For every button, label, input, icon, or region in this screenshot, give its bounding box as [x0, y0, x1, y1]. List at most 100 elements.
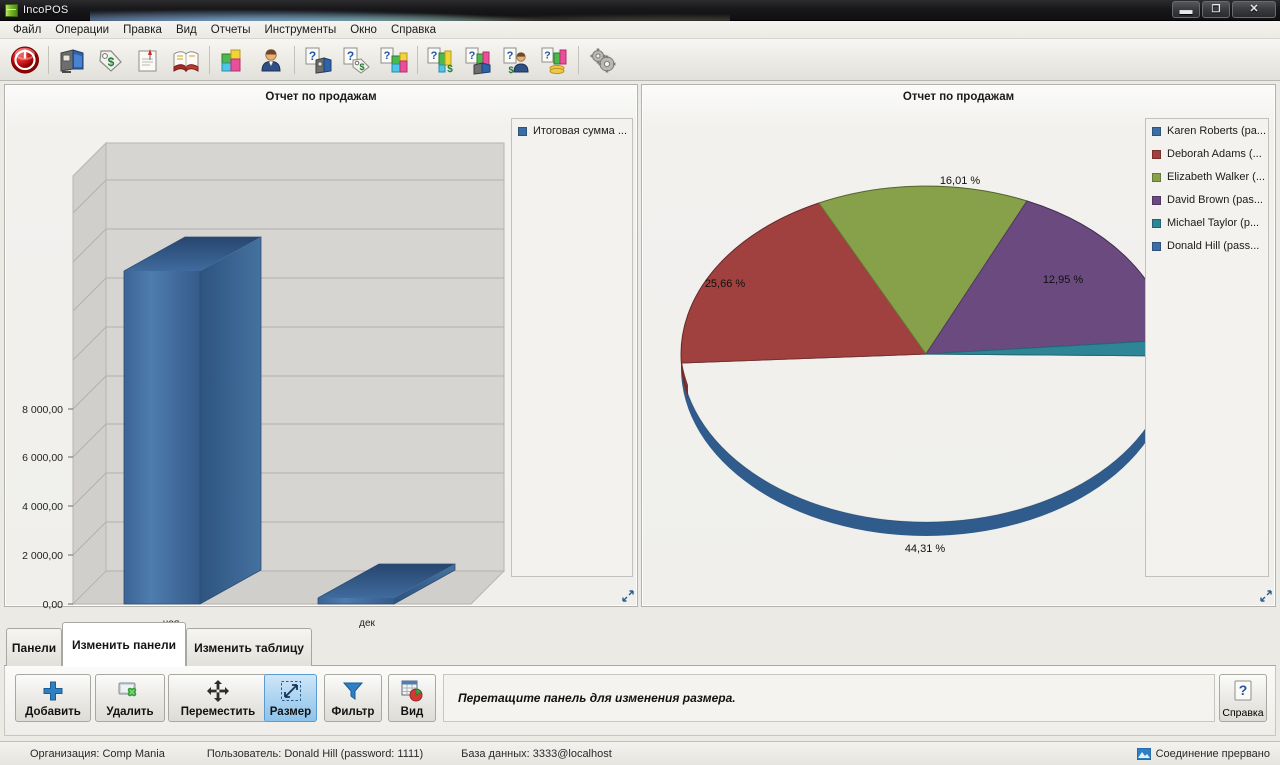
toolbar-settings-button[interactable] [583, 42, 621, 78]
tab-edit-table[interactable]: Изменить таблицу [186, 628, 312, 666]
resize-icon [280, 675, 302, 706]
menu-item-reports[interactable]: Отчеты [204, 23, 258, 37]
move-icon [207, 675, 229, 706]
status-user: Пользователь: Donald Hill (password: 111… [207, 748, 423, 760]
resize-arrows-icon [1260, 590, 1272, 602]
menu-item-tools[interactable]: Инструменты [258, 23, 344, 37]
menu-item-window[interactable]: Окно [343, 23, 384, 37]
menu-item-edit[interactable]: Правка [116, 23, 169, 37]
bar-chart-ytick-3: 6 000,00 [5, 452, 63, 464]
toolbar-storage-button[interactable] [53, 42, 91, 78]
legend-swatch-icon [1152, 219, 1161, 228]
toolbar-separator [209, 46, 210, 74]
legend-item[interactable]: Michael Taylor (p... [1146, 215, 1268, 231]
minimize-button[interactable]: ▬ [1172, 1, 1200, 18]
tab-panels[interactable]: Панели [6, 628, 62, 666]
toolbar-report-storage-button[interactable]: ? [460, 42, 498, 78]
move-button[interactable]: Переместить [168, 674, 268, 722]
report-partner-icon: ? $ [502, 45, 532, 75]
resize-button[interactable]: Размер [264, 674, 317, 722]
toolbar-separator [48, 46, 49, 74]
status-bar: Организация: Comp Mania Пользователь: Do… [0, 741, 1280, 765]
toolbar-document-button[interactable] [129, 42, 167, 78]
tab-edit-panels[interactable]: Изменить панели [62, 622, 186, 666]
status-connection[interactable]: Соединение прервано [1137, 748, 1270, 760]
toolbar-report-sales-button[interactable]: ? $ [422, 42, 460, 78]
pie-label-red: 25,66 % [683, 278, 767, 290]
close-button[interactable]: ✕ [1232, 1, 1276, 18]
legend-item[interactable]: David Brown (pas... [1146, 192, 1268, 208]
svg-text:?: ? [309, 49, 316, 63]
menu-item-help[interactable]: Справка [384, 23, 443, 37]
delete-button[interactable]: Удалить [95, 674, 165, 722]
toolbar-report-partner-button[interactable]: ? $ [498, 42, 536, 78]
status-organization: Организация: Comp Mania [30, 748, 165, 760]
legend-item-label: Michael Taylor (p... [1167, 217, 1259, 229]
pie-chart-legend[interactable]: Karen Roberts (pa... Deborah Adams (... … [1145, 118, 1269, 577]
query-storage-icon: ? [303, 45, 333, 75]
toolbar-query-storage-button[interactable]: ? [299, 42, 337, 78]
add-button[interactable]: Добавить [15, 674, 91, 722]
panel-bar-chart-title: Отчет по продажам [5, 85, 637, 107]
price-tag-icon: $ [95, 45, 125, 75]
bar-chart-ytick-1: 2 000,00 [5, 550, 63, 562]
help-button[interactable]: ? Справка [1219, 674, 1267, 722]
window-controls: ▬ ❐ ✕ [1172, 1, 1276, 18]
legend-item[interactable]: Elizabeth Walker (... [1146, 169, 1268, 185]
bar-chart-legend[interactable]: Итоговая сумма ... [511, 118, 633, 577]
toolbar-book-button[interactable] [167, 42, 205, 78]
question-mark-icon: ? [1232, 680, 1254, 707]
settings-gears-icon [587, 45, 617, 75]
svg-text:?: ? [507, 50, 514, 62]
toolbar-power-off-button[interactable] [6, 42, 44, 78]
resize-button-label: Размер [270, 706, 311, 718]
panel-resize-handle[interactable] [621, 590, 634, 603]
maximize-button[interactable]: ❐ [1202, 1, 1230, 18]
legend-item[interactable]: Deborah Adams (... [1146, 146, 1268, 162]
legend-item[interactable]: Donald Hill (pass... [1146, 238, 1268, 254]
menu-item-operations[interactable]: Операции [48, 23, 116, 37]
toolbar-query-goods-button[interactable]: ? [375, 42, 413, 78]
goods-icon [218, 45, 248, 75]
filter-icon [342, 675, 364, 706]
bar-chart-ytick-4: 8 000,00 [5, 404, 63, 416]
menu-item-file[interactable]: Файл [6, 23, 48, 37]
toolbar-report-money-button[interactable]: ? [536, 42, 574, 78]
panel-pie-chart[interactable]: Отчет по продажам [641, 84, 1276, 607]
toolbar-query-price-button[interactable]: ? $ [337, 42, 375, 78]
legend-swatch-icon [1152, 127, 1161, 136]
legend-item-label: Deborah Adams (... [1167, 148, 1262, 160]
filter-button[interactable]: Фильтр [324, 674, 382, 722]
menu-item-view[interactable]: Вид [169, 23, 204, 37]
legend-swatch-icon [1152, 173, 1161, 182]
legend-swatch-icon [518, 127, 527, 136]
view-button[interactable]: Вид [388, 674, 436, 722]
plus-icon [42, 675, 64, 706]
legend-swatch-icon [1152, 242, 1161, 251]
panel-pie-chart-title: Отчет по продажам [642, 85, 1275, 107]
hint-box: Перетащите панель для изменения размера. [443, 674, 1215, 722]
delete-button-label: Удалить [106, 706, 153, 718]
toolbar-partner-button[interactable] [252, 42, 290, 78]
panel-pie-chart-body: 16,01 % 25,66 % 12,95 % 44,31 % Karen Ro… [642, 109, 1275, 606]
toolbar-goods-button[interactable] [214, 42, 252, 78]
panel-bar-chart[interactable]: Отчет по продажам [4, 84, 638, 607]
legend-item-label: David Brown (pas... [1167, 194, 1263, 206]
hint-text: Перетащите панель для изменения размера. [458, 691, 736, 705]
toolbar-price-tag-button[interactable]: $ [91, 42, 129, 78]
bar-chart-ytick-2: 4 000,00 [5, 501, 63, 513]
toolbar-separator [417, 46, 418, 74]
legend-item[interactable]: Karen Roberts (pa... [1146, 123, 1268, 139]
status-database: База данных: 3333@localhost [461, 748, 612, 760]
legend-item-label: Elizabeth Walker (... [1167, 171, 1265, 183]
partner-icon [256, 45, 286, 75]
legend-item[interactable]: Итоговая сумма ... [512, 123, 632, 139]
svg-text:?: ? [431, 50, 438, 62]
titlebar-glow [90, 0, 730, 21]
legend-swatch-icon [1152, 150, 1161, 159]
pie-label-green: 16,01 % [918, 175, 1002, 187]
help-button-label: Справка [1222, 707, 1263, 719]
legend-item-label: Donald Hill (pass... [1167, 240, 1259, 252]
panel-resize-handle[interactable] [1259, 590, 1272, 603]
filter-button-label: Фильтр [332, 706, 375, 718]
